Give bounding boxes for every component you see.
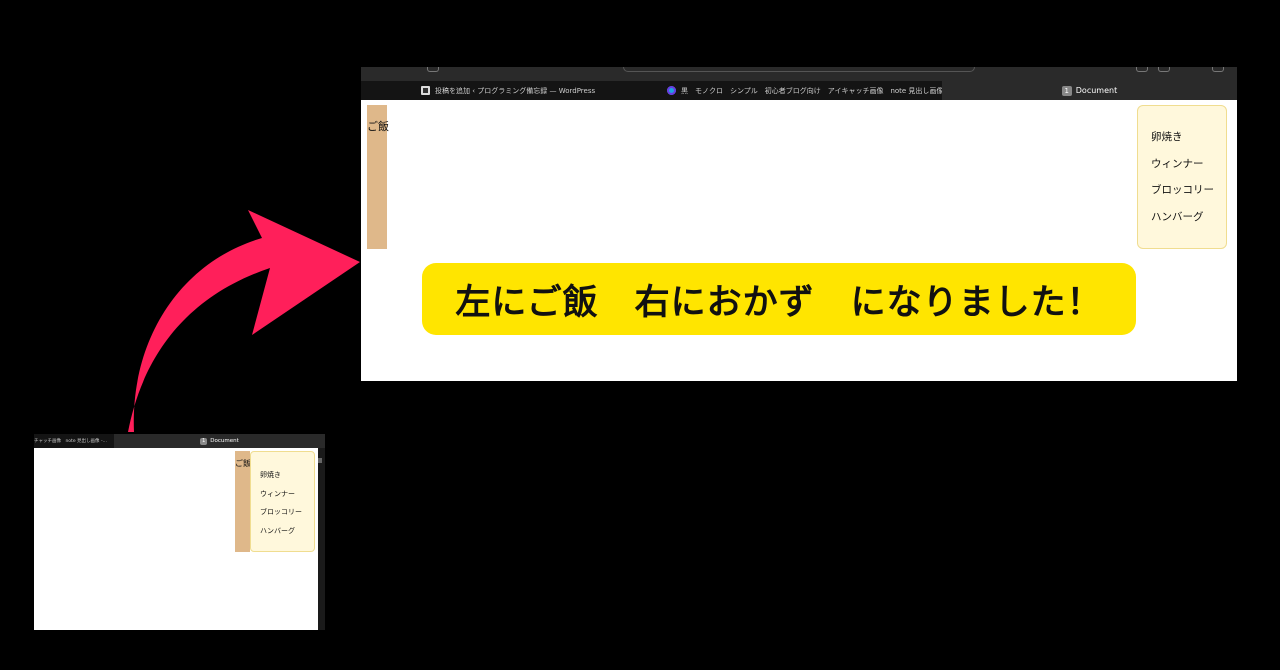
tabs-overview-icon[interactable] <box>1212 67 1224 72</box>
browser-screenshot-after: 投稿を追加 ‹ プログラミング備忘録 — WordPress 黒 モノクロ シン… <box>361 67 1237 381</box>
tab-count-badge: 1 <box>200 437 208 445</box>
tab-label: 投稿を追加 ‹ プログラミング備忘録 — WordPress <box>435 86 596 95</box>
browser-toolbar <box>361 67 1237 81</box>
list-item: 卵焼き <box>1151 131 1183 143</box>
tab-label: チャッチ画像 note 見出し画像 -... <box>34 439 107 444</box>
wordpress-icon <box>421 86 430 95</box>
tab-label: Document <box>1075 86 1118 95</box>
window-edge <box>318 448 325 630</box>
list-item: ブロッコリー <box>260 508 302 517</box>
list-item: ウィンナー <box>1151 157 1204 170</box>
side-dish-list: 卵焼き ウィンナー ブロッコリー ハンバーグ <box>250 451 315 552</box>
side-dish-list: 卵焼き ウィンナー ブロッコリー ハンバーグ <box>1137 105 1227 249</box>
tab-document[interactable]: 1 Document <box>942 81 1237 100</box>
rice-label: ご飯 <box>367 120 389 133</box>
rice-label: ご飯 <box>235 459 251 468</box>
tab-label: 黒 モノクロ シンプル 初心者ブログ向け アイキャッチ画像 note 見出し画像… <box>681 86 942 95</box>
list-item: ブロッコリー <box>1151 184 1214 196</box>
tab-document[interactable]: 1 Document <box>114 434 325 448</box>
tab-bar: 投稿を追加 ‹ プログラミング備忘録 — WordPress 黒 モノクロ シン… <box>361 81 1237 100</box>
tab-canva[interactable]: チャッチ画像 note 見出し画像 -... <box>34 434 114 448</box>
canva-icon <box>667 86 676 95</box>
list-item: ハンバーグ <box>260 526 295 535</box>
tab-wordpress[interactable]: 投稿を追加 ‹ プログラミング備忘録 — WordPress <box>361 81 657 100</box>
tab-label: Document <box>210 438 239 444</box>
result-banner: 左にご飯 右におかず になりました！ <box>422 263 1136 335</box>
list-item: ウィンナー <box>260 489 295 498</box>
share-icon[interactable] <box>1158 67 1170 72</box>
browser-screenshot-before: チャッチ画像 note 見出し画像 -... 1 Document ご飯 卵焼き… <box>34 434 325 630</box>
download-icon[interactable] <box>1136 67 1148 72</box>
list-item: 卵焼き <box>260 471 281 479</box>
tab-canva[interactable]: 黒 モノクロ シンプル 初心者ブログ向け アイキャッチ画像 note 見出し画像… <box>657 81 942 100</box>
tab-bar: チャッチ画像 note 見出し画像 -... 1 Document <box>34 434 325 448</box>
address-bar[interactable] <box>623 67 975 72</box>
tab-count-badge: 1 <box>1061 85 1072 96</box>
sidebar-icon[interactable] <box>427 67 439 72</box>
list-item: ハンバーグ <box>1151 210 1204 223</box>
